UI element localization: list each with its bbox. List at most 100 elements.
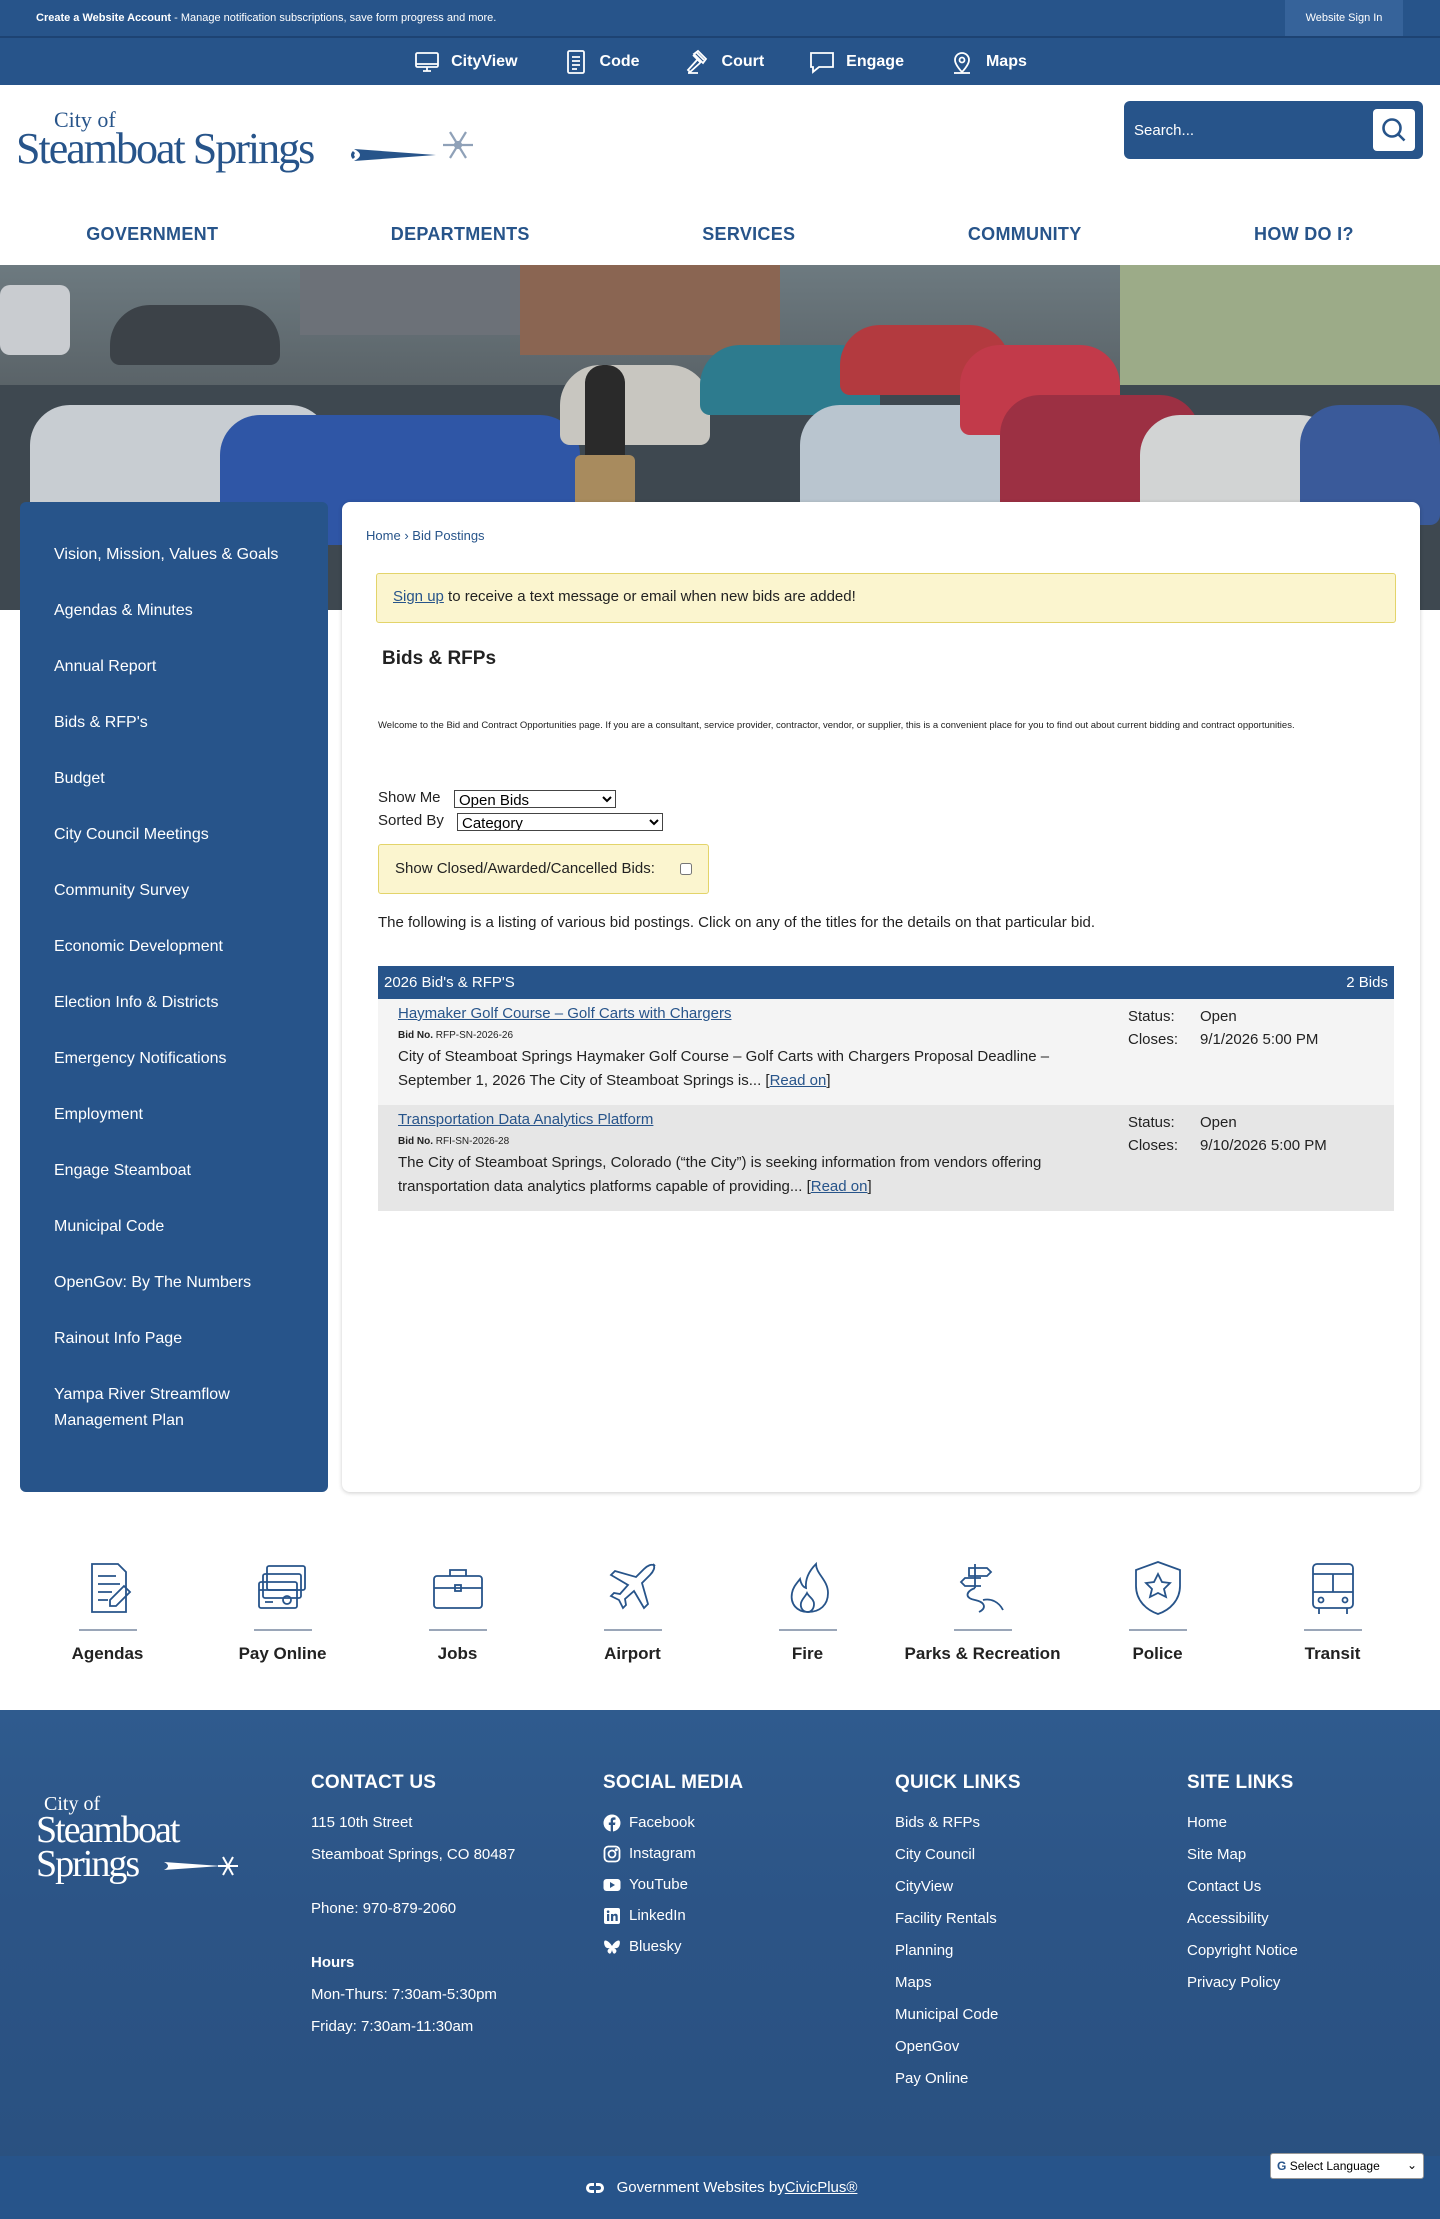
nav-how-do-i[interactable]: HOW DO I? (1254, 224, 1354, 245)
footer-phone[interactable]: Phone: 970-879-2060 (311, 1893, 515, 1925)
footer-link[interactable]: Accessibility (1187, 1903, 1298, 1935)
sidebar-item-yampa-river[interactable]: Yampa River Streamflow Management Plan (20, 1382, 328, 1434)
youtube-icon (603, 1878, 621, 1891)
sidebar-item-employment[interactable]: Employment (20, 1102, 328, 1128)
social-link-youtube[interactable]: YouTube (603, 1869, 743, 1900)
social-link-bluesky[interactable]: Bluesky (603, 1931, 743, 1962)
footer-link[interactable]: Contact Us (1187, 1871, 1298, 1903)
breadcrumb-home[interactable]: Home (366, 528, 401, 543)
footer-link[interactable]: Facility Rentals (895, 1903, 1021, 1935)
quick-link-airport[interactable]: Airport (545, 1524, 720, 1710)
read-on-link[interactable]: Read on (811, 1178, 868, 1195)
nav-departments[interactable]: DEPARTMENTS (391, 224, 530, 245)
search-button[interactable] (1373, 109, 1415, 151)
sidebar-item-rainout[interactable]: Rainout Info Page (20, 1326, 328, 1352)
show-closed-checkbox[interactable] (680, 863, 692, 875)
badge-icon (1134, 1561, 1181, 1615)
footer-link[interactable]: Pay Online (895, 2063, 1021, 2095)
city-logo[interactable]: City of Steamboat Springs (16, 97, 476, 177)
sorted-by-select[interactable]: Category (457, 813, 663, 831)
facebook-icon (603, 1814, 621, 1832)
footer-link[interactable]: Bids & RFPs (895, 1807, 1021, 1839)
utility-link-engage[interactable]: Engage (808, 48, 904, 76)
sidebar-item-economic-development[interactable]: Economic Development (20, 934, 328, 960)
intro-text: Welcome to the Bid and Contract Opportun… (378, 720, 1295, 731)
nav-government[interactable]: GOVERNMENT (86, 224, 218, 245)
quick-links-bar: Agendas Pay Online Jobs Airport Fire Par… (0, 1524, 1440, 1710)
bus-icon (1311, 1563, 1354, 1614)
bluesky-icon (604, 1939, 620, 1954)
footer-link[interactable]: Municipal Code (895, 1999, 1021, 2031)
footer-link[interactable]: Maps (895, 1967, 1021, 1999)
sidebar-item-election-info[interactable]: Election Info & Districts (20, 990, 328, 1016)
social-link-instagram[interactable]: Instagram (603, 1838, 743, 1869)
footer-link[interactable]: Privacy Policy (1187, 1967, 1298, 1999)
sidebar-item-municipal-code[interactable]: Municipal Code (20, 1214, 328, 1240)
footer-contact: CONTACT US 115 10th Street Steamboat Spr… (311, 1772, 516, 2035)
social-link-linkedin[interactable]: LinkedIn (603, 1900, 743, 1931)
bid-table: 2026 Bid's & RFP'S 2 Bids Haymaker Golf … (378, 966, 1394, 1211)
social-link-facebook[interactable]: Facebook (603, 1807, 743, 1838)
footer-quick-links: QUICK LINKS Bids & RFPs City Council Cit… (895, 1772, 1021, 2095)
search-icon (1382, 118, 1406, 142)
trail-sign-icon (959, 1564, 1004, 1613)
utility-nav: CityView Code Court Engage Maps (0, 36, 1440, 85)
sidebar-item-vision[interactable]: Vision, Mission, Values & Goals (20, 542, 328, 568)
sidebar-item-engage-steamboat[interactable]: Engage Steamboat (20, 1158, 328, 1184)
footer-logo[interactable]: City of Steamboat Springs (36, 1790, 246, 1890)
flame-icon (790, 1561, 829, 1613)
utility-link-court[interactable]: Court (684, 48, 764, 76)
language-select[interactable]: G Select Language ⌄ (1270, 2153, 1424, 2179)
sidebar-item-bids[interactable]: Bids & RFP's (20, 710, 328, 736)
sidebar-item-emergency-notifications[interactable]: Emergency Notifications (20, 1046, 328, 1072)
sidebar-item-budget[interactable]: Budget (20, 766, 328, 792)
utility-link-cityview[interactable]: CityView (413, 48, 518, 76)
quick-link-pay-online[interactable]: Pay Online (195, 1524, 370, 1710)
utility-link-code[interactable]: Code (562, 48, 640, 76)
quick-link-fire[interactable]: Fire (720, 1524, 895, 1710)
show-closed-toggle: Show Closed/Awarded/Cancelled Bids: (378, 844, 709, 894)
bid-status: Status: Open Closes: 9/1/2026 5:00 PM (1128, 1008, 1319, 1048)
create-account-message[interactable]: Create a Website Account - Manage notifi… (36, 12, 496, 24)
sidebar-item-community-survey[interactable]: Community Survey (20, 878, 328, 904)
search-input[interactable] (1134, 113, 1364, 147)
footer-social: SOCIAL MEDIA Facebook Instagram YouTube … (603, 1772, 743, 1962)
read-on-link[interactable]: Read on (770, 1072, 827, 1089)
website-sign-in-button[interactable]: Website Sign In (1285, 0, 1403, 36)
quick-link-police[interactable]: Police (1070, 1524, 1245, 1710)
signup-link[interactable]: Sign up (393, 588, 444, 605)
breadcrumb-current[interactable]: Bid Postings (412, 528, 484, 543)
civicplus-icon (585, 2182, 604, 2193)
instagram-icon (603, 1845, 621, 1862)
quick-link-agendas[interactable]: Agendas (20, 1524, 195, 1710)
linkedin-icon (604, 1907, 620, 1924)
footer-link[interactable]: City Council (895, 1839, 1021, 1871)
translate-icon: G (1277, 2159, 1287, 2173)
page-title: Bids & RFPs (382, 648, 497, 669)
signup-notice: Sign up to receive a text message or ema… (376, 573, 1396, 623)
site-header: City of Steamboat Springs GOVERNMENT DEP… (0, 85, 1440, 265)
footer-credit: Government Websites by CivicPlus® (0, 2156, 1440, 2219)
quick-link-parks-recreation[interactable]: Parks & Recreation (895, 1524, 1070, 1710)
footer-link[interactable]: Copyright Notice (1187, 1935, 1298, 1967)
breadcrumb: Home › Bid Postings (366, 528, 485, 543)
quick-link-jobs[interactable]: Jobs (370, 1524, 545, 1710)
quick-link-transit[interactable]: Transit (1245, 1524, 1420, 1710)
footer-link[interactable]: Planning (895, 1935, 1021, 1967)
nav-community[interactable]: COMMUNITY (968, 224, 1082, 245)
sidebar-item-council-meetings[interactable]: City Council Meetings (20, 822, 328, 848)
footer-link[interactable]: Site Map (1187, 1839, 1298, 1871)
nav-services[interactable]: SERVICES (702, 224, 795, 245)
chat-icon (810, 51, 835, 74)
airplane-icon (608, 1563, 656, 1610)
footer-link[interactable]: OpenGov (895, 2031, 1021, 2063)
sidebar-item-opengov[interactable]: OpenGov: By The Numbers (20, 1270, 328, 1296)
listing-description: The following is a listing of various bi… (378, 914, 1096, 931)
footer-link[interactable]: Home (1187, 1807, 1298, 1839)
show-me-select[interactable]: Open Bids (454, 790, 616, 808)
civicplus-link[interactable]: CivicPlus® (785, 2179, 858, 2196)
sidebar-item-agendas[interactable]: Agendas & Minutes (20, 598, 328, 624)
sidebar-item-annual-report[interactable]: Annual Report (20, 654, 328, 680)
footer-link[interactable]: CityView (895, 1871, 1021, 1903)
utility-link-maps[interactable]: Maps (948, 48, 1027, 76)
